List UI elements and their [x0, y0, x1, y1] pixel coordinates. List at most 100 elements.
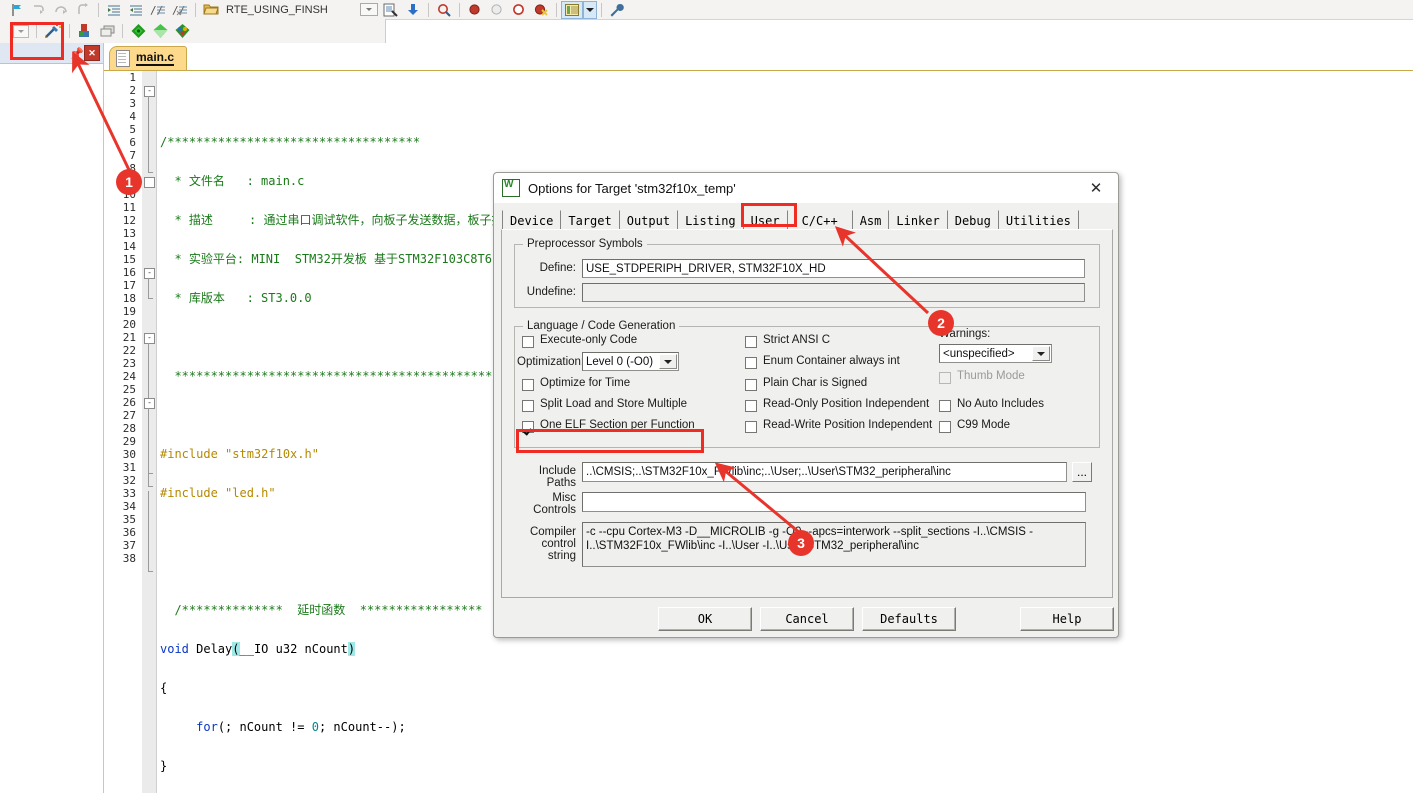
read-write-position-independent-checkbox[interactable] [745, 421, 757, 433]
line-number: 36 [122, 526, 136, 539]
download-icon[interactable] [402, 1, 424, 18]
toolbar-separator [195, 2, 196, 17]
fold-box-line26[interactable]: - [144, 398, 155, 409]
toolbar-separator [122, 24, 123, 38]
line-number: 25 [122, 383, 136, 396]
line-number: 24 [122, 370, 136, 383]
main-toolbar: // // RTE_USING_FINSH [0, 0, 1413, 20]
project-window-icon[interactable] [560, 0, 583, 19]
tab-target[interactable]: Target [560, 210, 620, 230]
comment-lines-icon[interactable]: // [147, 1, 169, 18]
line-number: 12 [122, 214, 136, 227]
folder-open-icon[interactable] [200, 1, 222, 18]
close-icon[interactable]: ✕ [1074, 173, 1118, 202]
line-number: 32 [122, 474, 136, 487]
tab-utilities[interactable]: Utilities [997, 210, 1079, 230]
compiler-control-string-textarea[interactable]: -c --cpu Cortex-M3 -D__MICROLIB -g -O0 -… [582, 522, 1086, 567]
keil-target-icon [502, 179, 520, 197]
warnings-select[interactable]: <unspecified> [939, 344, 1052, 363]
optimize-for-time-checkbox[interactable] [522, 379, 534, 391]
no-auto-includes-label: No Auto Includes [957, 398, 1044, 410]
line-number: 14 [122, 240, 136, 253]
include-paths-browse-button[interactable]: ... [1072, 462, 1092, 482]
step-into-icon[interactable] [28, 1, 50, 18]
tab-linker[interactable]: Linker [888, 210, 948, 230]
dialog-title: Options for Target 'stm32f10x_temp' [528, 180, 736, 196]
plain-char-is-signed-label: Plain Char is Signed [763, 377, 868, 389]
misc-controls-label-line1: Misc [552, 492, 576, 504]
thumb-mode-checkbox [939, 372, 951, 384]
c99-mode-label: C99 Mode [957, 419, 1011, 431]
step-out-icon[interactable] [72, 1, 94, 18]
rebuild-icon[interactable] [96, 23, 118, 40]
toolbar-separator [555, 2, 557, 17]
enum-container-always-int-label: Enum Container always int [763, 355, 900, 367]
breakpoint-disabled-icon[interactable] [486, 1, 508, 18]
auto-hide-pin-icon[interactable]: 📌 [70, 47, 84, 60]
execute-only-code-checkbox[interactable] [522, 336, 534, 348]
close-pane-icon[interactable]: ✕ [84, 45, 100, 61]
execute-only-code-label: Execute-only Code [540, 334, 638, 346]
tab-debug[interactable]: Debug [946, 210, 999, 230]
uncomment-lines-icon[interactable]: // [169, 1, 191, 18]
translate-icon[interactable] [149, 23, 171, 40]
strict-ansi-c-checkbox[interactable] [745, 336, 757, 348]
chevron-down-icon[interactable] [1032, 346, 1050, 361]
tab-asm[interactable]: Asm [851, 210, 890, 230]
c99-mode-checkbox[interactable] [939, 421, 951, 433]
annotation-box-one-elf-section [516, 429, 704, 453]
tab-output[interactable]: Output [618, 210, 679, 230]
split-load-store-checkbox[interactable] [522, 400, 534, 412]
step-over-icon[interactable] [50, 1, 72, 18]
indent-icon[interactable] [103, 1, 125, 18]
dropdown-arrow-icon[interactable] [358, 1, 380, 18]
tab-listing[interactable]: Listing [677, 210, 744, 230]
dropdown-arrow-icon[interactable] [582, 0, 597, 19]
editor-tab-main-c[interactable]: main.c [109, 46, 188, 70]
line-number: 4 [129, 110, 136, 123]
find-in-files-icon[interactable] [433, 1, 455, 18]
target-options-icon[interactable] [380, 1, 402, 18]
batch-build-icon[interactable] [127, 23, 149, 40]
options-target-icon[interactable] [171, 23, 193, 40]
fold-box-line21[interactable]: - [144, 333, 155, 344]
define-input[interactable]: USE_STDPERIPH_DRIVER, STM32F10X_HD [582, 259, 1085, 278]
tab-device[interactable]: Device [502, 210, 562, 230]
chevron-down-icon[interactable] [659, 354, 677, 369]
breakpoint-toggle-icon[interactable] [508, 1, 530, 18]
preprocessor-symbols-title: Preprocessor Symbols [523, 238, 647, 250]
no-auto-includes-checkbox[interactable] [939, 400, 951, 412]
read-only-position-independent-checkbox[interactable] [745, 400, 757, 412]
outdent-icon[interactable] [125, 1, 147, 18]
fold-box-line10[interactable] [144, 177, 155, 188]
include-paths-input[interactable]: ..\CMSIS;..\STM32F10x_FWlib\inc;..\User;… [582, 462, 1067, 482]
split-load-store-label: Split Load and Store Multiple [540, 398, 688, 410]
plain-char-is-signed-checkbox[interactable] [745, 379, 757, 391]
breakpoint-icon[interactable] [464, 1, 486, 18]
breakpoint-kill-icon[interactable] [530, 1, 552, 18]
line-number: 19 [122, 305, 136, 318]
cancel-button[interactable]: Cancel [760, 607, 854, 631]
configure-tools-icon[interactable] [606, 1, 628, 18]
optimization-select[interactable]: Level 0 (-O0) [582, 352, 679, 371]
ok-button[interactable]: OK [658, 607, 752, 631]
misc-controls-input[interactable] [582, 492, 1086, 512]
help-button[interactable]: Help [1020, 607, 1114, 631]
line-number: 16 [122, 266, 136, 279]
enum-container-always-int-checkbox[interactable] [745, 357, 757, 369]
line-number: 13 [122, 227, 136, 240]
line-number: 15 [122, 253, 136, 266]
undefine-input[interactable] [582, 283, 1085, 302]
line-number: 37 [122, 539, 136, 552]
line-number: 35 [122, 513, 136, 526]
annotation-badge-2: 2 [928, 310, 954, 336]
fold-box-line16[interactable]: - [144, 268, 155, 279]
defaults-button[interactable]: Defaults [862, 607, 956, 631]
flag-icon[interactable] [6, 1, 28, 18]
warnings-value: <unspecified> [943, 347, 1015, 360]
build-icon[interactable] [74, 23, 96, 40]
code-folding-column[interactable]: - - - - [142, 71, 157, 793]
code-line: void Delay(__IO u32 nCount) [160, 642, 356, 656]
fold-box-line2[interactable]: - [144, 86, 155, 97]
